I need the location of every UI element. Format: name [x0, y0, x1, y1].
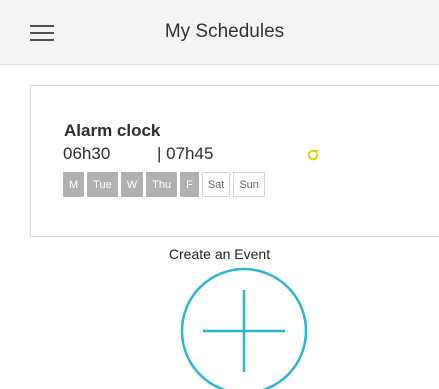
app-header: My Schedules — [0, 0, 439, 65]
day-toggle-sunday[interactable]: Sun — [233, 172, 265, 197]
day-toggle-wednesday[interactable]: W — [120, 172, 144, 197]
page-title: My Schedules — [164, 21, 285, 42]
day-toggle-tuesday[interactable]: Tue — [87, 172, 118, 197]
schedule-title: Alarm clock — [64, 121, 161, 140]
weekday-selector: M Tue W Thu F Sat Sun — [63, 172, 265, 197]
day-toggle-friday[interactable]: F — [180, 172, 199, 197]
app-screen: My Schedules Alarm clock 06h30 | 07h45 M… — [0, 0, 439, 389]
plus-circle-icon[interactable] — [179, 266, 309, 389]
day-toggle-saturday[interactable]: Sat — [201, 172, 231, 197]
schedule-end-time: | 07h45 — [157, 144, 214, 163]
repeat-icon — [307, 149, 319, 161]
schedule-card[interactable]: Alarm clock 06h30 | 07h45 M Tue W Thu F … — [30, 85, 439, 237]
schedule-start-time: 06h30 — [63, 144, 111, 163]
create-event-label: Create an Event — [168, 246, 271, 262]
day-toggle-thursday[interactable]: Thu — [146, 172, 178, 197]
day-toggle-monday[interactable]: M — [63, 172, 85, 197]
